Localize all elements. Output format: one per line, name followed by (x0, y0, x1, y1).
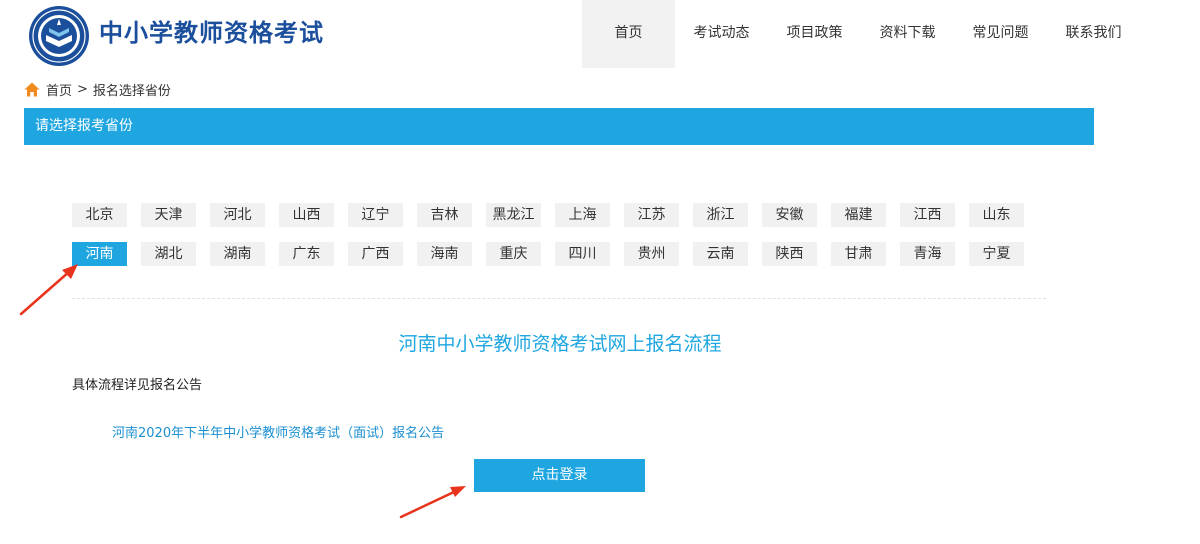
nav-item-downloads[interactable]: 资料下载 (861, 0, 954, 68)
province-button[interactable]: 广西 (348, 242, 403, 266)
province-grid: 北京 天津 河北 山西 辽宁 吉林 黑龙江 上海 江苏 浙江 安徽 福建 江西 山东 河南 湖北 湖南 广东 广西… (72, 203, 1062, 281)
header: 中小学教师资格考试 首页 考试动态 项目政策 资料下载 常见问题 联系我们 (0, 0, 1200, 68)
breadcrumb-separator: > (77, 81, 88, 97)
site-title[interactable]: 中小学教师资格考试 (99, 16, 324, 50)
breadcrumb-current: 报名选择省份 (92, 83, 171, 99)
login-button[interactable]: 点击登录 (474, 459, 645, 492)
section-title-bar: 请选择报考省份 (24, 108, 1094, 145)
registration-notice-link[interactable]: 河南2020年下半年中小学教师资格考试（面试）报名公告 (112, 422, 444, 441)
province-button[interactable]: 湖南 (210, 242, 265, 266)
main-nav: 首页 考试动态 项目政策 资料下载 常见问题 联系我们 (582, 0, 1140, 68)
emblem-logo[interactable] (28, 5, 90, 67)
province-button[interactable]: 江西 (900, 203, 955, 227)
province-button[interactable]: 江苏 (624, 203, 679, 227)
breadcrumb: 首页 > 报名选择省份 (24, 80, 171, 99)
province-button[interactable]: 天津 (141, 203, 196, 227)
province-button[interactable]: 河北 (210, 203, 265, 227)
province-button[interactable]: 安徽 (762, 203, 817, 227)
province-button[interactable]: 甘肃 (831, 242, 886, 266)
province-button[interactable]: 福建 (831, 203, 886, 227)
province-button[interactable]: 湖北 (141, 242, 196, 266)
nav-item-home[interactable]: 首页 (582, 0, 675, 68)
province-button[interactable]: 贵州 (624, 242, 679, 266)
nav-item-policy[interactable]: 项目政策 (768, 0, 861, 68)
nav-item-contact[interactable]: 联系我们 (1047, 0, 1140, 68)
province-button[interactable]: 宁夏 (969, 242, 1024, 266)
province-button[interactable]: 青海 (900, 242, 955, 266)
dashed-divider (72, 298, 1046, 299)
province-button[interactable]: 辽宁 (348, 203, 403, 227)
province-button[interactable]: 重庆 (486, 242, 541, 266)
home-icon (24, 82, 40, 96)
province-button[interactable]: 山西 (279, 203, 334, 227)
province-button[interactable]: 海南 (417, 242, 472, 266)
province-button[interactable]: 山东 (969, 203, 1024, 227)
breadcrumb-home-link[interactable]: 首页 (46, 80, 72, 99)
province-button[interactable]: 广东 (279, 242, 334, 266)
province-button[interactable]: 北京 (72, 203, 127, 227)
province-button[interactable]: 黑龙江 (486, 203, 541, 227)
province-button[interactable]: 云南 (693, 242, 748, 266)
process-title: 河南中小学教师资格考试网上报名流程 (398, 333, 722, 355)
province-button[interactable]: 河南 (72, 242, 127, 266)
province-row: 河南 湖北 湖南 广东 广西 海南 重庆 四川 贵州 云南 陕西 甘肃 青海 宁夏 (72, 242, 1062, 266)
nav-item-exam-news[interactable]: 考试动态 (675, 0, 768, 68)
nav-item-faq[interactable]: 常见问题 (954, 0, 1047, 68)
process-note: 具体流程详见报名公告 (72, 378, 203, 393)
province-button[interactable]: 吉林 (417, 203, 472, 227)
red-arrow-icon (399, 486, 466, 519)
province-row: 北京 天津 河北 山西 辽宁 吉林 黑龙江 上海 江苏 浙江 安徽 福建 江西 山东 (72, 203, 1062, 227)
province-button[interactable]: 上海 (555, 203, 610, 227)
province-button[interactable]: 浙江 (693, 203, 748, 227)
province-button[interactable]: 陕西 (762, 242, 817, 266)
province-button[interactable]: 四川 (555, 242, 610, 266)
